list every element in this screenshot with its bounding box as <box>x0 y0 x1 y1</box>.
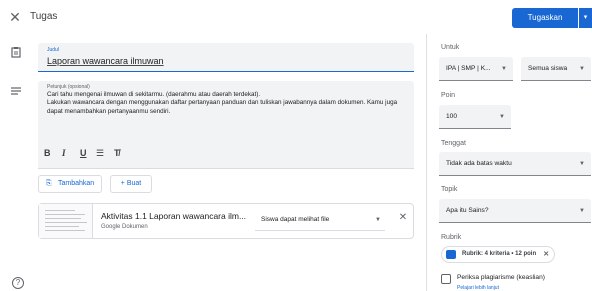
topic-select[interactable]: Apa itu Sains? ▼ <box>439 199 591 223</box>
due-label: Tenggat <box>441 140 466 147</box>
title-field-label: Judul <box>47 47 59 53</box>
points-select[interactable]: 100 ▼ <box>439 105 511 129</box>
description-lines-icon <box>10 84 22 96</box>
attachment-type: Google Dokumen <box>101 224 148 230</box>
rubric-chip[interactable]: Rubrik: 4 kriteria • 12 poin ✕ <box>441 246 556 263</box>
top-bar <box>0 0 592 34</box>
rubric-chip-label: Rubrik: 4 kriteria • 12 poin <box>462 251 537 257</box>
learn-more-link[interactable]: Pelajari lebih lanjut <box>457 285 499 291</box>
settings-panel: Untuk IPA | SMP | K... ▼ Semua siswa ▼ P… <box>426 34 592 291</box>
chevron-down-icon: ▼ <box>499 114 505 120</box>
description-field-label: Petunjuk (opsional) <box>47 84 90 90</box>
due-select-value: Tidak ada batas waktu <box>446 160 512 167</box>
clear-formatting-button[interactable]: T̸ <box>114 148 120 160</box>
rubric-icon <box>446 250 456 259</box>
plagiarism-label: Periksa plagiarisme (keaslian) <box>457 274 545 281</box>
title-field-value[interactable]: Laporan wawancara ilmuwan <box>47 56 164 66</box>
due-select[interactable]: Tidak ada batas waktu ▼ <box>439 152 591 176</box>
description-field-value[interactable]: Cari tahu mengenai ilmuwan di sekitarmu.… <box>47 91 407 116</box>
document-thumbnail <box>39 204 93 238</box>
chevron-down-icon: ▼ <box>375 217 381 223</box>
chevron-down-icon: ▼ <box>579 208 585 214</box>
students-select[interactable]: Semua siswa ▼ <box>521 57 591 81</box>
create-button[interactable]: + Buat <box>110 175 152 193</box>
chevron-down-icon: ▼ <box>579 161 585 167</box>
clipboard-icon <box>10 45 22 58</box>
class-select[interactable]: IPA | SMP | K... ▼ <box>439 57 513 81</box>
chevron-down-icon: ▼ <box>501 66 507 72</box>
close-icon[interactable]: ✕ <box>543 247 549 262</box>
page-title: Tugas <box>30 11 58 22</box>
attachment-permission-value: Siswa dapat melihat file <box>261 216 330 223</box>
class-select-value: IPA | SMP | K... <box>446 65 491 72</box>
chevron-down-icon: ▼ <box>579 66 585 72</box>
help-icon[interactable]: ? <box>12 277 24 289</box>
title-field[interactable]: Judul Laporan wawancara ilmuwan <box>38 43 414 72</box>
attachment-permission-select[interactable]: Siswa dapat melihat file ▼ <box>255 209 385 231</box>
topic-label: Topik <box>441 186 458 193</box>
attachment-title[interactable]: Aktivitas 1.1 Laporan wawancara ilm... <box>101 211 246 221</box>
bold-button[interactable]: B <box>44 148 51 160</box>
add-attachment-label: Tambahkan <box>58 180 95 187</box>
topic-select-value: Apa itu Sains? <box>446 207 489 214</box>
description-field[interactable]: Petunjuk (opsional) Cari tahu mengenai i… <box>38 81 414 169</box>
underline-button[interactable]: U <box>80 148 87 160</box>
assign-dropdown-icon[interactable]: ▾ <box>579 8 592 28</box>
points-select-value: 100 <box>446 113 458 120</box>
students-select-value: Semua siswa <box>528 65 568 72</box>
for-label: Untuk <box>441 44 460 51</box>
points-label: Poin <box>441 92 456 99</box>
rubric-label: Rubrik <box>441 234 462 241</box>
plagiarism-checkbox[interactable] <box>441 274 451 284</box>
remove-attachment-icon[interactable]: ✕ <box>396 212 410 228</box>
bulleted-list-button[interactable]: ☰ <box>96 148 104 160</box>
add-attachment-button[interactable]: ⎘ Tambahkan <box>38 175 102 193</box>
attachment-card[interactable]: Aktivitas 1.1 Laporan wawancara ilm... G… <box>38 203 414 239</box>
assign-button[interactable]: Tugaskan <box>512 8 578 28</box>
paperclip-icon: ⎘ <box>46 180 52 187</box>
italic-button[interactable]: I <box>62 148 66 160</box>
close-icon[interactable]: ✕ <box>8 10 22 24</box>
